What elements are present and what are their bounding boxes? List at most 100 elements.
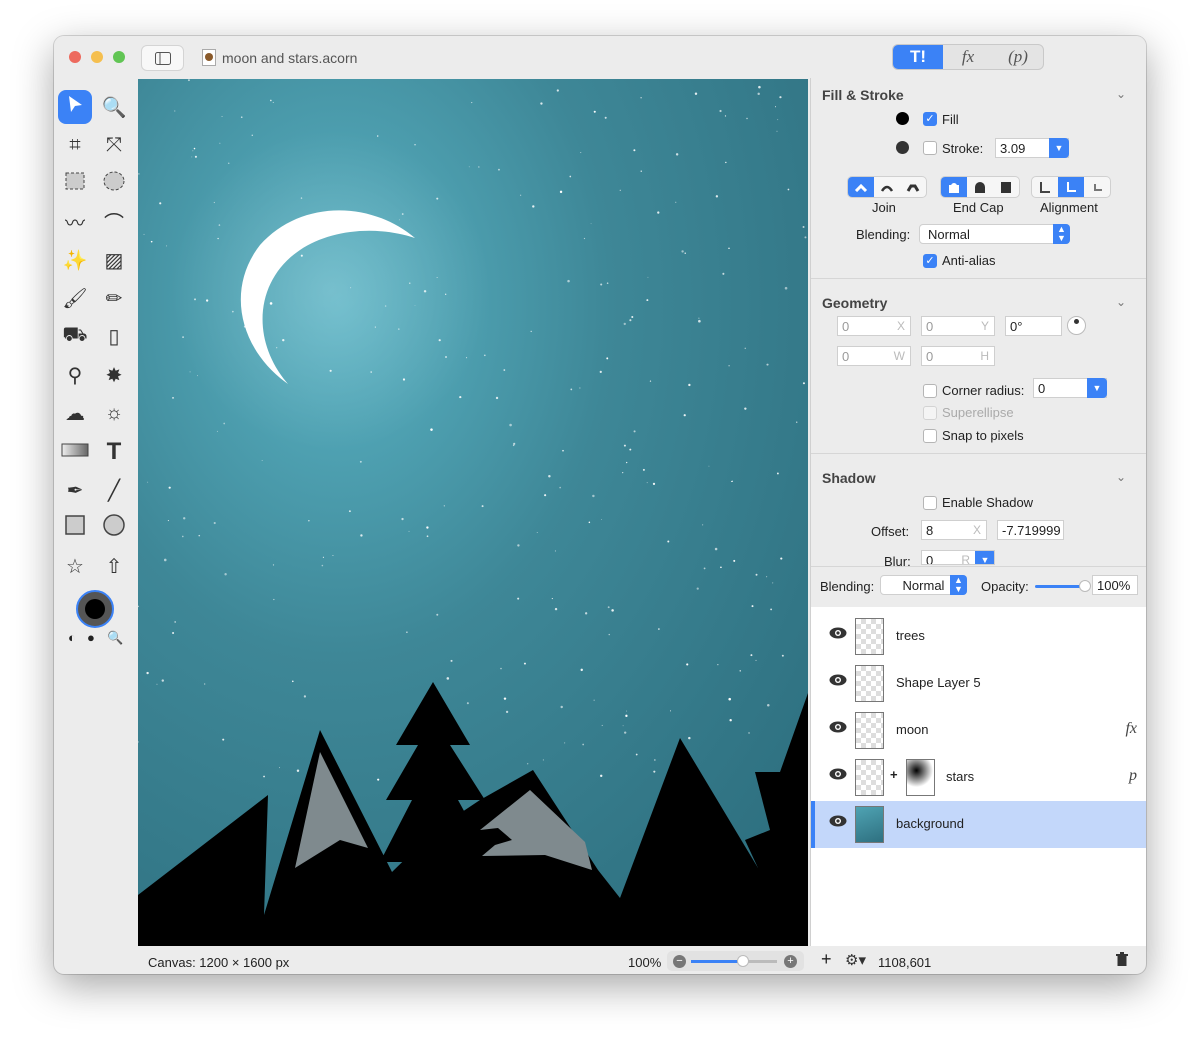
rect-select-tool[interactable] [58,167,92,201]
color-select-tool[interactable]: ▨ [97,243,131,277]
eye-icon[interactable] [829,721,847,736]
superellipse-checkbox[interactable] [923,406,937,420]
layer-blending-select[interactable]: Normal ▲ ▼ [880,575,967,595]
ellipse-tool[interactable] [97,511,131,545]
rectangle-tool[interactable] [58,511,92,545]
snap-to-pixels-checkbox[interactable] [923,429,937,443]
pen-tool[interactable]: ✒ [58,473,92,507]
chevron-down-icon[interactable]: ⌄ [1116,470,1126,484]
layer-row[interactable]: + stars p [811,754,1146,801]
endcap-buttons[interactable] [940,176,1020,198]
geometry-title: Geometry [822,295,888,311]
add-layer-button[interactable]: + [821,949,832,970]
chevron-down-icon[interactable]: ⌄ [1116,295,1126,309]
crop-tool[interactable]: ⌗ [58,128,92,162]
join-buttons[interactable] [847,176,927,198]
zoom-button[interactable] [113,51,125,63]
default-colors-icon[interactable]: ● [87,630,95,645]
butt-cap-icon[interactable] [941,177,967,197]
rotation-field[interactable]: 0° [1005,316,1062,336]
star-dot [757,92,760,96]
transform-tool[interactable]: ⤧ [97,128,131,162]
antialias-checkbox[interactable]: ✓ [923,254,937,268]
arrow-tool[interactable]: ⇧ [97,550,131,584]
fill-color-well[interactable] [896,112,909,125]
layer-row[interactable]: trees [811,613,1146,660]
tab-plugins[interactable]: (p) [993,45,1043,69]
layer-row[interactable]: moon fx [811,707,1146,754]
canvas-size-label: Canvas: 1200 × 1600 px [148,955,290,970]
offset-y-field[interactable]: -7.719999 [997,520,1064,540]
ellipse-select-tool[interactable] [97,167,131,201]
corner-radius-checkbox[interactable] [923,384,937,398]
opacity-slider[interactable] [1035,580,1091,592]
swap-colors-icon[interactable]: ◐ [68,630,76,645]
tab-effects[interactable]: fx [943,45,993,69]
square-cap-icon[interactable] [993,177,1019,197]
layer-row[interactable]: Shape Layer 5 [811,660,1146,707]
layer-name: background [896,816,964,831]
miter-join-icon[interactable] [848,177,874,197]
alignment-buttons[interactable] [1031,176,1111,198]
trash-icon[interactable] [1116,952,1128,969]
eye-icon[interactable] [829,674,847,689]
star-tool[interactable]: ☆ [58,550,92,584]
zoom-slider[interactable] [691,955,777,967]
smudge-tool[interactable]: ✸ [97,358,131,392]
blending-select[interactable]: Normal ▲ ▼ [919,224,1070,244]
bevel-join-icon[interactable] [900,177,926,197]
close-button[interactable] [69,51,81,63]
layer-row[interactable]: background [811,801,1146,848]
minimize-button[interactable] [91,51,103,63]
align-center-icon[interactable] [1058,177,1084,197]
color-picker-icon[interactable]: 🔍 [107,630,123,646]
eye-icon[interactable] [829,815,847,830]
paint-bucket-tool[interactable]: ⛟ [58,320,92,354]
eraser-tool[interactable]: ▯ [97,320,131,354]
y-field[interactable]: 0Y [921,316,995,336]
tab-tools[interactable]: T! [893,45,943,69]
brightness-tool[interactable]: ☼ [97,396,131,430]
star-dot [562,449,564,452]
offset-x-field[interactable]: 8X [921,520,987,540]
fill-checkbox[interactable]: ✓ [923,112,937,126]
gear-icon[interactable]: ⚙▾ [845,951,866,969]
rotation-dial[interactable] [1067,316,1086,335]
round-join-icon[interactable] [874,177,900,197]
blur-field[interactable]: 0 R ▼ [921,550,995,565]
inspector-segmented-control[interactable]: T! fx (p) [892,44,1044,70]
eye-icon[interactable] [829,768,847,783]
gradient-tool[interactable] [58,435,92,469]
sidebar-toggle-button[interactable] [141,45,184,71]
canvas[interactable] [137,79,808,946]
round-cap-icon[interactable] [967,177,993,197]
align-inside-icon[interactable] [1032,177,1058,197]
opacity-field[interactable]: 100% [1092,575,1138,595]
select-tool[interactable] [58,90,92,124]
corner-radius-field[interactable]: 0 ▼ [1033,378,1107,398]
stroke-color-well[interactable] [896,141,909,154]
zoom-in-icon[interactable]: + [784,955,797,968]
pencil-tool[interactable]: ✏ [97,282,131,316]
cloud-tool[interactable]: ☁ [58,396,92,430]
eye-icon[interactable] [829,627,847,642]
x-field[interactable]: 0X [837,316,911,336]
pen-icon: ✒ [66,479,84,502]
stroke-width-field[interactable]: 3.09 ▼ [995,138,1069,158]
width-field[interactable]: 0W [837,346,911,366]
zoom-tool[interactable]: 🔍 [97,90,131,124]
magic-wand-tool[interactable]: ✨ [58,243,92,277]
align-outside-icon[interactable] [1084,177,1110,197]
polygon-lasso-tool[interactable]: ⌒ [97,205,131,239]
clone-stamp-tool[interactable]: ⚲ [58,358,92,392]
text-tool[interactable]: T [97,435,131,469]
zoom-out-icon[interactable]: − [673,955,686,968]
chevron-down-icon[interactable]: ⌄ [1116,87,1126,101]
lasso-tool[interactable]: 〰 [58,205,92,239]
enable-shadow-checkbox[interactable] [923,496,937,510]
color-well[interactable] [76,590,114,628]
stroke-checkbox[interactable] [923,141,937,155]
height-field[interactable]: 0H [921,346,995,366]
line-tool[interactable]: ╱ [97,473,131,507]
brush-tool[interactable]: 🖌 [58,282,92,316]
